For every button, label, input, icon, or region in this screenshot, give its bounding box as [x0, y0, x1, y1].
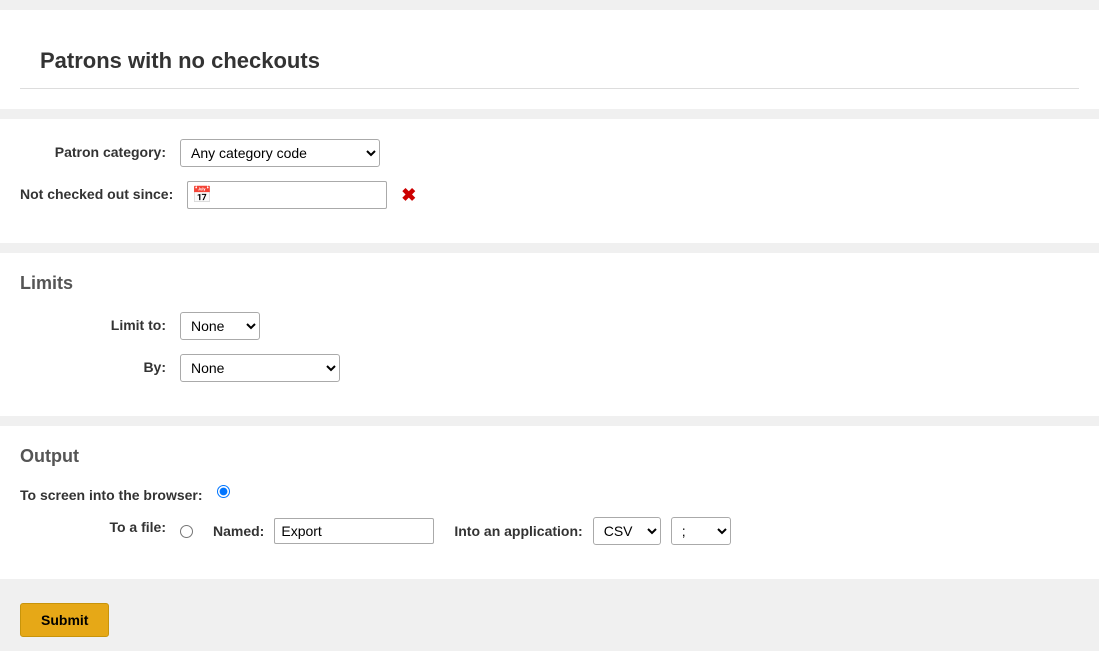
submit-bar: Submit — [0, 589, 1099, 651]
separator-select[interactable]: ; — [671, 517, 731, 545]
page-wrapper: Patrons with no checkouts Patron categor… — [0, 10, 1099, 651]
output-title: Output — [20, 446, 1079, 467]
by-label: By: — [20, 358, 180, 378]
limit-to-select[interactable]: None — [180, 312, 260, 340]
file-name-input[interactable] — [274, 518, 434, 544]
to-screen-label: To screen into the browser: — [20, 485, 217, 503]
not-checked-out-row: Not checked out since: 📅 ✖ — [20, 181, 1079, 209]
page-title: Patrons with no checkouts — [20, 30, 1079, 89]
main-form-section: Patron category: Any category code Not c… — [0, 119, 1099, 243]
to-screen-row: To screen into the browser: — [20, 485, 1079, 503]
calendar-icon[interactable]: 📅 — [192, 185, 212, 205]
by-select[interactable]: None — [180, 354, 340, 382]
to-file-radio[interactable] — [180, 525, 193, 538]
title-section: Patrons with no checkouts — [0, 10, 1099, 109]
to-file-label: To a file: — [20, 517, 180, 535]
limit-to-control: None — [180, 312, 260, 340]
limit-to-label: Limit to: — [20, 316, 180, 336]
limits-section: Limits Limit to: None By: None — [0, 253, 1099, 416]
to-screen-control — [217, 485, 230, 498]
not-checked-out-control: 📅 ✖ — [187, 181, 416, 209]
output-section: Output To screen into the browser: To a … — [0, 426, 1099, 579]
by-row: By: None — [20, 354, 1079, 382]
to-file-controls: Named: Into an application: CSV ; — [180, 517, 731, 545]
date-input-wrap: 📅 — [187, 181, 387, 209]
named-label: Named: — [213, 523, 264, 539]
csv-format-select[interactable]: CSV — [593, 517, 661, 545]
clear-date-icon[interactable]: ✖ — [401, 185, 416, 206]
patron-category-select[interactable]: Any category code — [180, 139, 380, 167]
patron-category-label: Patron category: — [20, 143, 180, 163]
limits-title: Limits — [20, 273, 1079, 294]
patron-category-control: Any category code — [180, 139, 380, 167]
limit-to-row: Limit to: None — [20, 312, 1079, 340]
to-screen-radio[interactable] — [217, 485, 230, 498]
not-checked-out-label: Not checked out since: — [20, 185, 187, 205]
patron-category-row: Patron category: Any category code — [20, 139, 1079, 167]
by-control: None — [180, 354, 340, 382]
to-file-row: To a file: Named: Into an application: C… — [20, 517, 1079, 545]
submit-button[interactable]: Submit — [20, 603, 109, 637]
into-app-label: Into an application: — [454, 523, 582, 539]
